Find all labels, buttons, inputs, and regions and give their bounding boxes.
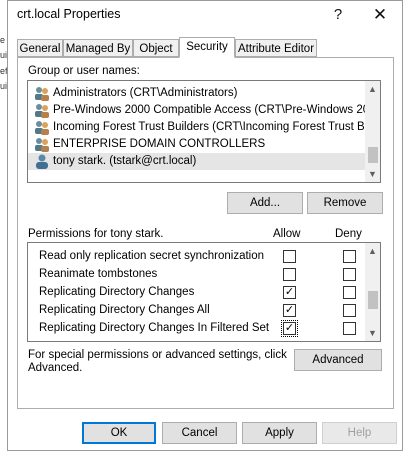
user-name: ENTERPRISE DOMAIN CONTROLLERS	[53, 138, 266, 150]
advanced-button[interactable]: Advanced	[294, 349, 382, 371]
allow-checkbox[interactable]: ✓	[281, 320, 298, 337]
tab-attribute-editor[interactable]: Attribute Editor	[235, 39, 317, 57]
scroll-up-icon[interactable]: ▲	[365, 81, 380, 97]
user-list[interactable]: Administrators (CRT\Administrators) Pre-…	[27, 80, 381, 183]
scroll-up-icon[interactable]: ▲	[365, 243, 380, 259]
deny-checkbox[interactable]	[343, 304, 356, 317]
list-item[interactable]: Administrators (CRT\Administrators)	[28, 85, 366, 102]
remove-button[interactable]: Remove	[307, 192, 383, 214]
allow-checkbox[interactable]: ✓	[283, 304, 296, 317]
permission-row: Replicating Directory Changes ✓	[28, 283, 366, 301]
group-icon	[35, 138, 49, 152]
tab-managed-by[interactable]: Managed By	[63, 39, 133, 57]
permission-row: Replicating Directory Changes All ✓	[28, 301, 366, 319]
tab-general[interactable]: General	[17, 39, 63, 57]
permission-name: Replicating Directory Changes All	[39, 304, 210, 316]
group-user-names-label: Group or user names:	[28, 65, 140, 77]
ok-button[interactable]: OK	[82, 422, 156, 444]
list-item-selected[interactable]: tony stark. (tstark@crt.local)	[28, 153, 366, 170]
tab-security[interactable]: Security	[179, 37, 235, 58]
properties-dialog: crt.local Properties ? ✕ General Managed…	[7, 0, 403, 451]
scroll-thumb[interactable]	[368, 291, 378, 309]
group-icon	[35, 104, 49, 118]
tab-object[interactable]: Object	[133, 39, 179, 57]
user-name: Pre-Windows 2000 Compatible Access (CRT\…	[53, 104, 366, 116]
list-item[interactable]: Incoming Forest Trust Builders (CRT\Inco…	[28, 119, 366, 136]
cancel-button[interactable]: Cancel	[162, 422, 237, 444]
allow-checkbox[interactable]	[283, 250, 296, 263]
permission-row: Reanimate tombstones	[28, 265, 366, 283]
permissions-scrollbar[interactable]: ▲ ▼	[365, 243, 380, 341]
deny-checkbox[interactable]	[343, 322, 356, 335]
allow-checkbox[interactable]: ✓	[283, 286, 296, 299]
permissions-list[interactable]: Read only replication secret synchroniza…	[27, 242, 381, 342]
user-name: Administrators (CRT\Administrators)	[53, 87, 238, 99]
title-bar: crt.local Properties ? ✕	[8, 1, 402, 31]
group-icon	[35, 87, 49, 101]
list-item[interactable]: ENTERPRISE DOMAIN CONTROLLERS	[28, 136, 366, 153]
scroll-down-icon[interactable]: ▼	[365, 166, 380, 182]
close-button[interactable]: ✕	[358, 1, 402, 29]
user-list-scrollbar[interactable]: ▲ ▼	[365, 81, 380, 182]
permission-row: Read only replication secret synchroniza…	[28, 247, 366, 265]
group-icon	[35, 121, 49, 135]
add-button[interactable]: Add...	[227, 192, 303, 214]
permission-name: Read only replication secret synchroniza…	[39, 250, 265, 262]
scroll-thumb[interactable]	[368, 147, 378, 163]
permission-name: Reanimate tombstones	[39, 268, 158, 280]
deny-header: Deny	[335, 228, 362, 240]
help-button[interactable]: Help	[322, 422, 397, 444]
window-title: crt.local Properties	[17, 7, 121, 21]
apply-button[interactable]: Apply	[242, 422, 317, 444]
permissions-label: Permissions for tony stark.	[28, 228, 164, 240]
deny-checkbox[interactable]	[343, 250, 356, 263]
permission-name: Replicating Directory Changes	[39, 286, 195, 298]
deny-checkbox[interactable]	[343, 286, 356, 299]
permission-name: Replicating Directory Changes In Filtere…	[39, 322, 270, 334]
list-item[interactable]: Pre-Windows 2000 Compatible Access (CRT\…	[28, 102, 366, 119]
user-name: Incoming Forest Trust Builders (CRT\Inco…	[53, 121, 366, 133]
deny-checkbox[interactable]	[343, 268, 356, 281]
help-title-button[interactable]: ?	[316, 1, 360, 29]
scroll-down-icon[interactable]: ▼	[365, 325, 380, 341]
permission-row: Replicating Directory Changes In Filtere…	[28, 319, 366, 337]
user-icon	[36, 154, 48, 169]
special-permissions-text-2: Advanced.	[28, 362, 83, 374]
user-name: tony stark. (tstark@crt.local)	[53, 155, 197, 167]
special-permissions-text: For special permissions or advanced sett…	[28, 349, 287, 361]
allow-checkbox[interactable]	[283, 268, 296, 281]
allow-header: Allow	[273, 228, 301, 240]
